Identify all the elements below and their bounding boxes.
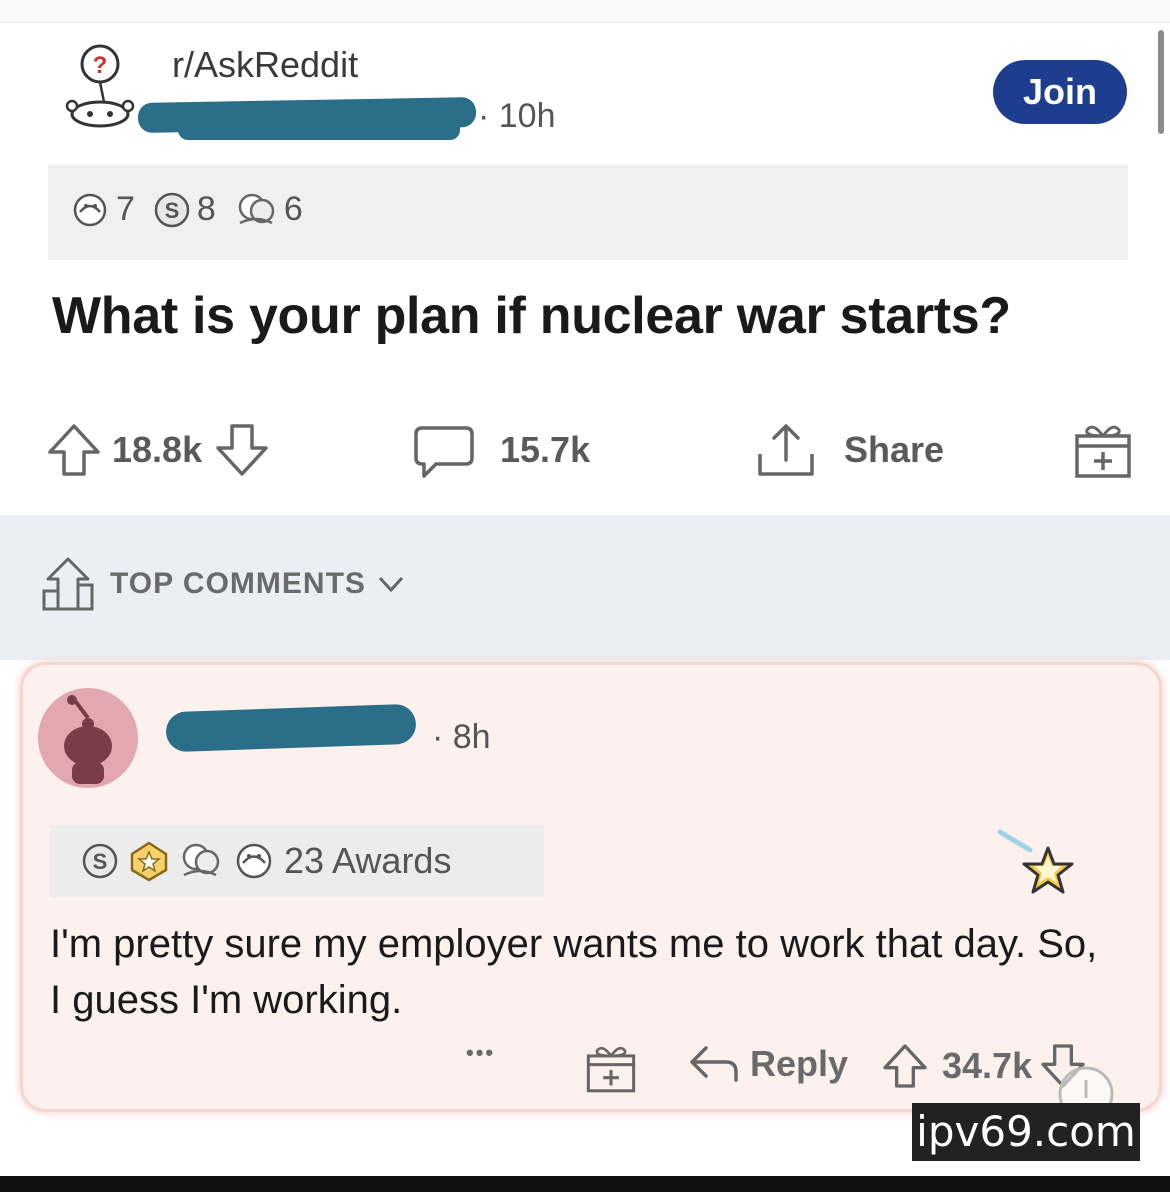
reply-label: Reply <box>750 1043 849 1084</box>
more-options-button[interactable]: ••• <box>466 1040 495 1066</box>
vote-controls: 18.8k <box>44 420 272 480</box>
reply-icon <box>690 1046 738 1082</box>
share-label: Share <box>844 429 945 470</box>
share-icon <box>758 424 814 476</box>
gift-award-icon[interactable] <box>584 1042 638 1096</box>
reply-button[interactable]: Reply <box>686 1040 848 1088</box>
comment-icon <box>414 426 474 478</box>
watermark: ipv69.com <box>912 1103 1140 1161</box>
silver-award-icon: S <box>154 192 190 227</box>
award-count: 8 <box>196 190 216 228</box>
top-sort-icon <box>42 557 94 611</box>
awards-count-label: 23 Awards <box>284 840 452 881</box>
post-award-list[interactable]: 7 S 8 6 <box>70 190 321 229</box>
gift-award-icon[interactable] <box>1072 420 1134 482</box>
share-button[interactable]: Share <box>754 420 944 480</box>
snoo-avatar-icon <box>64 695 112 784</box>
top-edge <box>0 0 1170 23</box>
comment-awards-bar[interactable]: S 23 Awards <box>50 825 544 897</box>
sort-label: TOP COMMENTS <box>110 567 366 600</box>
comment-time: · 8h <box>432 718 491 756</box>
post-upvote-count: 18.8k <box>112 429 203 470</box>
comment-body[interactable]: I'm pretty sure my employer wants me to … <box>50 916 1110 1028</box>
sort-dropdown[interactable]: TOP COMMENTS <box>40 555 406 613</box>
wholesome-award-icon <box>182 843 220 877</box>
post-title[interactable]: What is your plan if nuclear war starts? <box>52 286 1011 346</box>
subreddit-name[interactable]: r/AskReddit <box>172 44 358 86</box>
svg-text:S: S <box>165 198 180 223</box>
comments-button[interactable]: 15.7k <box>412 420 590 480</box>
upvote-icon[interactable] <box>44 420 104 480</box>
svg-text:?: ? <box>93 52 108 79</box>
award-count: 6 <box>283 190 303 228</box>
join-button[interactable]: Join <box>993 60 1127 124</box>
helpful-award-icon <box>236 843 272 879</box>
chevron-down-icon <box>378 576 404 593</box>
bottom-edge <box>0 1176 1170 1192</box>
post-time: · 10h <box>478 97 556 135</box>
avatar[interactable] <box>38 688 138 788</box>
svg-text:S: S <box>93 849 108 874</box>
helpful-award-icon <box>73 193 107 226</box>
comment-vote-count: 34.7k <box>942 1045 1033 1086</box>
award-count: 7 <box>116 190 135 228</box>
scrollbar[interactable] <box>1158 30 1164 134</box>
username-redaction <box>178 118 460 140</box>
subreddit-snoo-icon[interactable]: ? <box>62 42 138 132</box>
more-options-icon: ••• <box>466 1040 496 1065</box>
downvote-icon[interactable] <box>212 420 272 480</box>
wholesome-award-icon <box>238 193 275 224</box>
silver-award-icon: S <box>82 843 118 879</box>
award-star-icon[interactable] <box>996 826 1082 900</box>
gold-award-icon <box>130 841 168 882</box>
upvote-icon[interactable] <box>880 1040 930 1092</box>
comment-count: 15.7k <box>500 429 591 470</box>
